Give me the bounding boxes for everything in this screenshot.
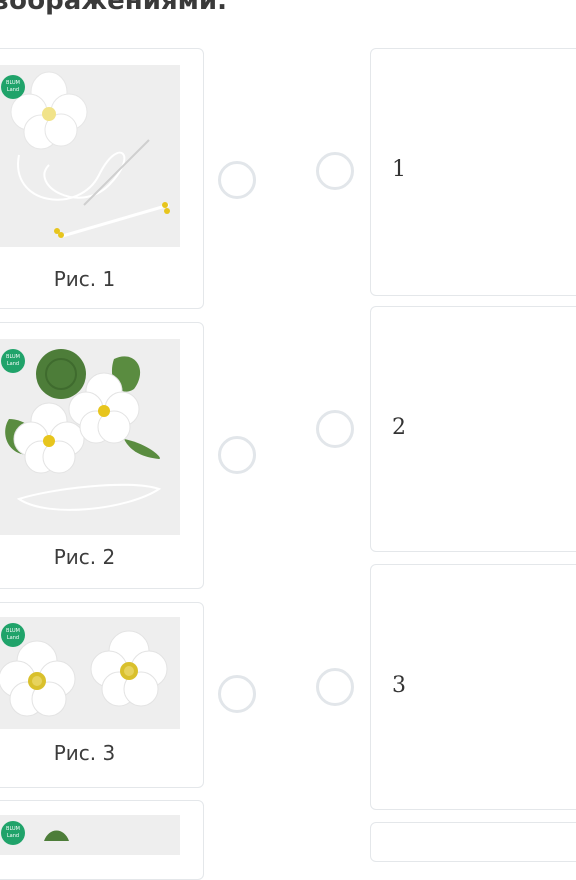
answer-1-radio[interactable] xyxy=(316,152,354,190)
image-1-radio[interactable] xyxy=(218,161,256,199)
flower-photo-3 xyxy=(0,617,180,729)
image-4: BLUM Land xyxy=(0,815,180,855)
brand-logo-icon: BLUM Land xyxy=(1,623,25,647)
image-3-radio[interactable] xyxy=(218,675,256,713)
answer-card-1[interactable]: 1 xyxy=(370,48,576,296)
flower-photo-1 xyxy=(0,65,180,247)
brand-logo-icon: BLUM Land xyxy=(1,821,25,845)
answer-3-radio[interactable] xyxy=(316,668,354,706)
image-2-radio[interactable] xyxy=(218,436,256,474)
answer-card-4[interactable] xyxy=(370,822,576,862)
flower-photo-2 xyxy=(0,339,180,535)
question-heading: зображениями. xyxy=(0,0,228,16)
answer-2-radio[interactable] xyxy=(316,410,354,448)
answer-label: 3 xyxy=(392,673,406,698)
image-caption: Рис. 2 xyxy=(53,545,116,569)
image-card-1[interactable]: BLUM Land Рис. 1 xyxy=(0,48,204,309)
image-card-4[interactable]: BLUM Land xyxy=(0,800,204,880)
answer-label: 1 xyxy=(392,157,406,182)
brand-logo-icon: BLUM Land xyxy=(1,75,25,99)
answer-label: 2 xyxy=(392,415,406,440)
image-card-2[interactable]: BLUM Land Рис. 2 xyxy=(0,322,204,589)
image-rис-1: BLUM Land xyxy=(0,65,180,247)
image-card-3[interactable]: BLUM Land Рис. 3 xyxy=(0,602,204,788)
image-rис-3: BLUM Land xyxy=(0,617,180,729)
flower-photo-4 xyxy=(0,815,180,855)
image-rис-2: BLUM Land xyxy=(0,339,180,535)
image-caption: Рис. 1 xyxy=(53,267,116,291)
brand-logo-icon: BLUM Land xyxy=(1,349,25,373)
answer-card-3[interactable]: 3 xyxy=(370,564,576,810)
answer-card-2[interactable]: 2 xyxy=(370,306,576,552)
image-caption: Рис. 3 xyxy=(53,741,116,765)
